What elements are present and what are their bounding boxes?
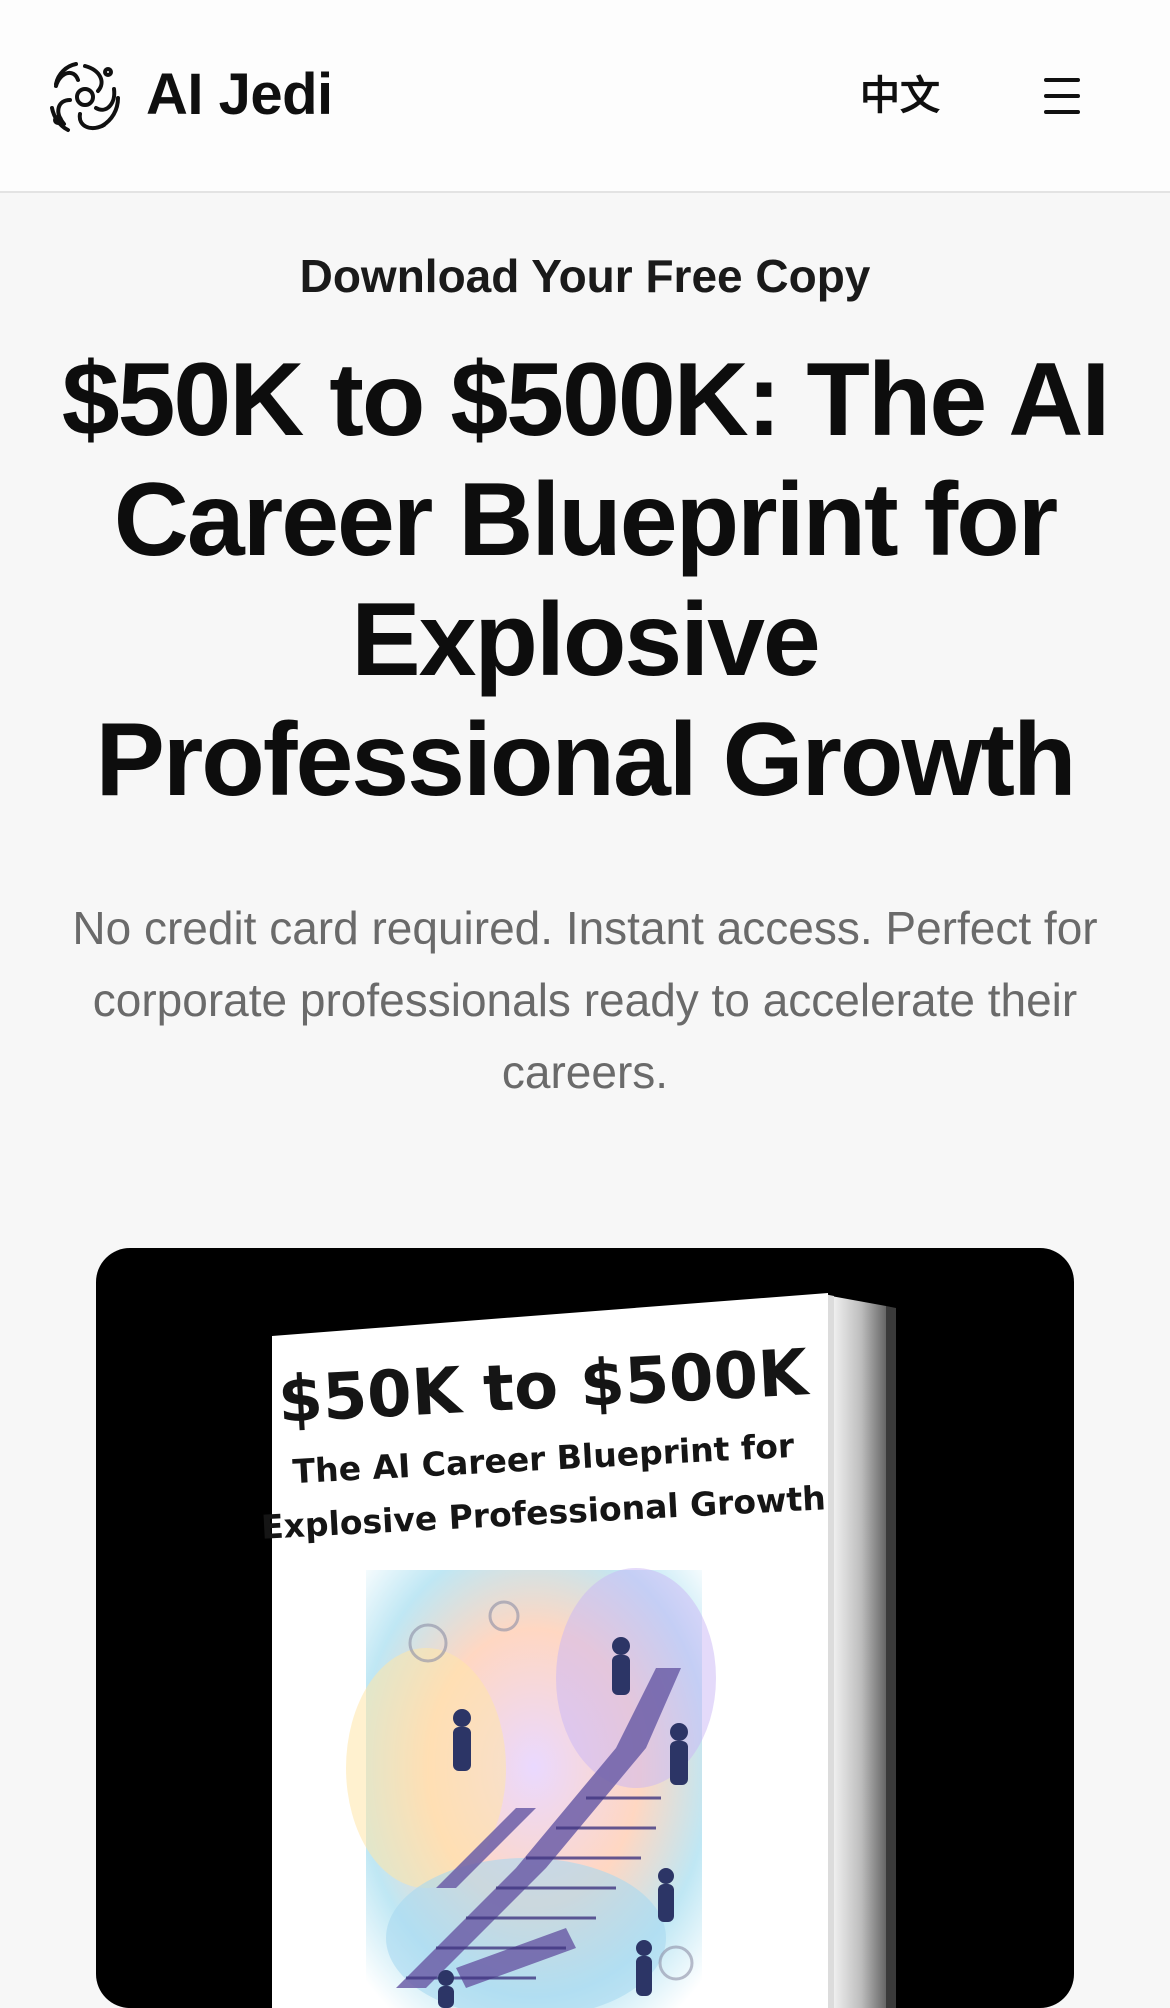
hero-subtext: No credit card required. Instant access.…	[72, 902, 1098, 1098]
book-cover-card: $50K to $500K The AI Career Blueprint fo…	[96, 1248, 1074, 2008]
hamburger-menu-icon[interactable]	[1040, 76, 1086, 116]
staircase-illustration	[346, 1568, 716, 2008]
site-header: AI Jedi 中文	[0, 0, 1170, 193]
brand-name[interactable]: AI Jedi	[146, 60, 333, 130]
hero-eyebrow: Download Your Free Copy	[299, 250, 871, 302]
logo-icon[interactable]	[46, 58, 124, 136]
language-switch[interactable]: 中文	[860, 70, 940, 122]
book-cover-image: $50K to $500K The AI Career Blueprint fo…	[260, 1293, 896, 2008]
hero-headline: $50K to $500K: The AI Career Blueprint f…	[61, 342, 1111, 818]
